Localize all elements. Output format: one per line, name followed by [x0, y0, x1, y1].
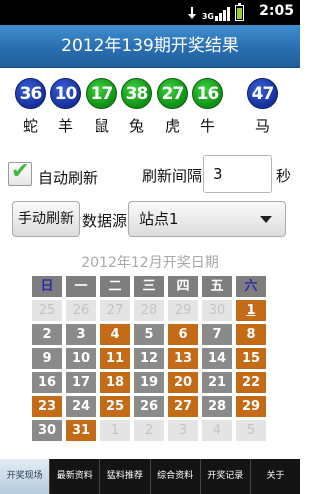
zodiac-label: 鼠 [93, 117, 109, 135]
refresh-interval-label: 刷新间隔 [142, 167, 203, 185]
lottery-ball: 38 [121, 78, 152, 109]
calendar-day[interactable]: 9 [32, 348, 62, 369]
tab-item[interactable]: 关于 [249, 459, 300, 494]
calendar-day: 29 [168, 300, 198, 321]
calendar-day[interactable]: 10 [66, 348, 96, 369]
calendar-day-draw[interactable]: 11 [100, 348, 130, 369]
weekday-header: 六 [236, 276, 266, 297]
lottery-ball: 36 [15, 78, 46, 109]
weekday-header: 三 [134, 276, 164, 297]
calendar-day-draw[interactable]: 6 [168, 324, 198, 345]
lottery-ball: 10 [50, 78, 81, 109]
zodiac-label: 羊 [57, 117, 73, 135]
calendar-day[interactable]: 12 [134, 348, 164, 369]
calendar-day[interactable]: 17 [66, 372, 96, 393]
weekday-header: 日 [32, 276, 62, 297]
calendar-day-draw[interactable]: 18 [100, 372, 130, 393]
calendar-day: 2 [134, 420, 164, 441]
weekday-header: 五 [202, 276, 232, 297]
calendar-day: 27 [100, 300, 130, 321]
calendar-day: 3 [168, 420, 198, 441]
tab-item[interactable]: 开奖记录 [199, 459, 250, 494]
calendar-day: 5 [236, 420, 266, 441]
calendar-day-draw[interactable]: 31 [66, 420, 96, 441]
lottery-ball: 17 [86, 78, 117, 109]
draw-calendar: 2012年12月开奖日期 日一二三四五六 25 26 27 28 29 30 1 2 3 4 5 6 7 8… [0, 242, 300, 448]
calendar-day-draw[interactable]: 15 [236, 348, 266, 369]
download-icon [187, 7, 197, 21]
zodiac-label: 虎 [164, 117, 180, 135]
data-source-label: 数据源 [82, 212, 128, 230]
calendar-day-draw[interactable]: 25 [100, 396, 130, 417]
manual-refresh-button[interactable]: 手动刷新 [12, 201, 80, 237]
calendar-day: 28 [134, 300, 164, 321]
calendar-day: 4 [202, 420, 232, 441]
calendar-day-draw[interactable]: 27 [168, 396, 198, 417]
calendar-day[interactable]: 5 [134, 324, 164, 345]
result-balls: 36 蛇 10 羊 17 鼠 38 兔 27 虎 16 牛 47 马 [0, 68, 300, 142]
tab-item[interactable]: 开奖现场 [0, 459, 50, 494]
calendar-day[interactable]: 26 [134, 396, 164, 417]
bottom-tab-bar: 开奖现场 最新资料 猛料推荐 综合资料 开奖记录 关于 [0, 459, 300, 494]
weekday-header: 一 [66, 276, 96, 297]
calendar-day[interactable]: 30 [32, 420, 62, 441]
weekday-header: 四 [168, 276, 198, 297]
calendar-day: 25 [32, 300, 62, 321]
calendar-day: 26 [66, 300, 96, 321]
calendar-day[interactable]: 19 [134, 372, 164, 393]
calendar-grid: 日一二三四五六 25 26 27 28 29 30 1 2 3 4 5 6 7 8 9 10 11 12 13 14 15… [32, 276, 268, 446]
network-type: 3G [201, 12, 214, 21]
status-clock: 2:05 [259, 3, 294, 19]
checkmark-icon: ✔ [11, 159, 30, 184]
auto-refresh-checkbox[interactable]: ✔ [8, 159, 32, 186]
refresh-interval-input[interactable]: 3 [203, 155, 272, 193]
status-icons: 3G [187, 3, 244, 21]
weekday-header: 二 [100, 276, 130, 297]
calendar-day[interactable]: 28 [202, 396, 232, 417]
chevron-down-icon [260, 216, 272, 223]
calendar-day[interactable]: 14 [202, 348, 232, 369]
auto-refresh-label[interactable]: 自动刷新 [38, 167, 98, 188]
interval-unit-label: 秒 [276, 167, 292, 185]
calendar-day-draw[interactable]: 1 [236, 300, 266, 321]
lottery-ball: 16 [192, 78, 223, 109]
tab-item[interactable]: 综合资料 [149, 459, 200, 494]
refresh-controls: ✔ 自动刷新 刷新间隔 3 秒 手动刷新 数据源 站点1 [0, 142, 300, 242]
zodiac-label: 兔 [128, 117, 144, 135]
data-source-value: 站点1 [139, 210, 179, 228]
calendar-title: 2012年12月开奖日期 [81, 255, 219, 271]
calendar-day-draw[interactable]: 29 [236, 396, 266, 417]
tab-item[interactable]: 猛料推荐 [99, 459, 149, 494]
calendar-day-draw[interactable]: 8 [236, 324, 266, 345]
calendar-day-draw[interactable]: 4 [100, 324, 130, 345]
calendar-day[interactable]: 3 [66, 324, 96, 345]
calendar-day[interactable]: 21 [202, 372, 232, 393]
lottery-ball: 47 [247, 78, 278, 109]
calendar-day-draw[interactable]: 23 [32, 396, 62, 417]
data-source-select[interactable]: 站点1 [128, 201, 286, 237]
calendar-day: 1 [100, 420, 130, 441]
status-bar: 3G 2:05 [0, 0, 300, 25]
zodiac-label: 牛 [199, 117, 215, 135]
page-title: 2012年139期开奖结果 [0, 25, 300, 68]
calendar-day-draw[interactable]: 20 [168, 372, 198, 393]
calendar-day-draw[interactable]: 22 [236, 372, 266, 393]
calendar-day: 30 [202, 300, 232, 321]
signal-icon [215, 6, 230, 21]
calendar-day[interactable]: 24 [66, 396, 96, 417]
zodiac-label: 马 [254, 117, 270, 135]
tab-item[interactable]: 最新资料 [49, 459, 99, 494]
zodiac-label: 蛇 [22, 117, 38, 135]
calendar-day[interactable]: 2 [32, 324, 62, 345]
calendar-day[interactable]: 16 [32, 372, 62, 393]
calendar-day-draw[interactable]: 13 [168, 348, 198, 369]
battery-icon [235, 3, 244, 21]
calendar-day[interactable]: 7 [202, 324, 232, 345]
lottery-ball: 27 [157, 78, 188, 109]
